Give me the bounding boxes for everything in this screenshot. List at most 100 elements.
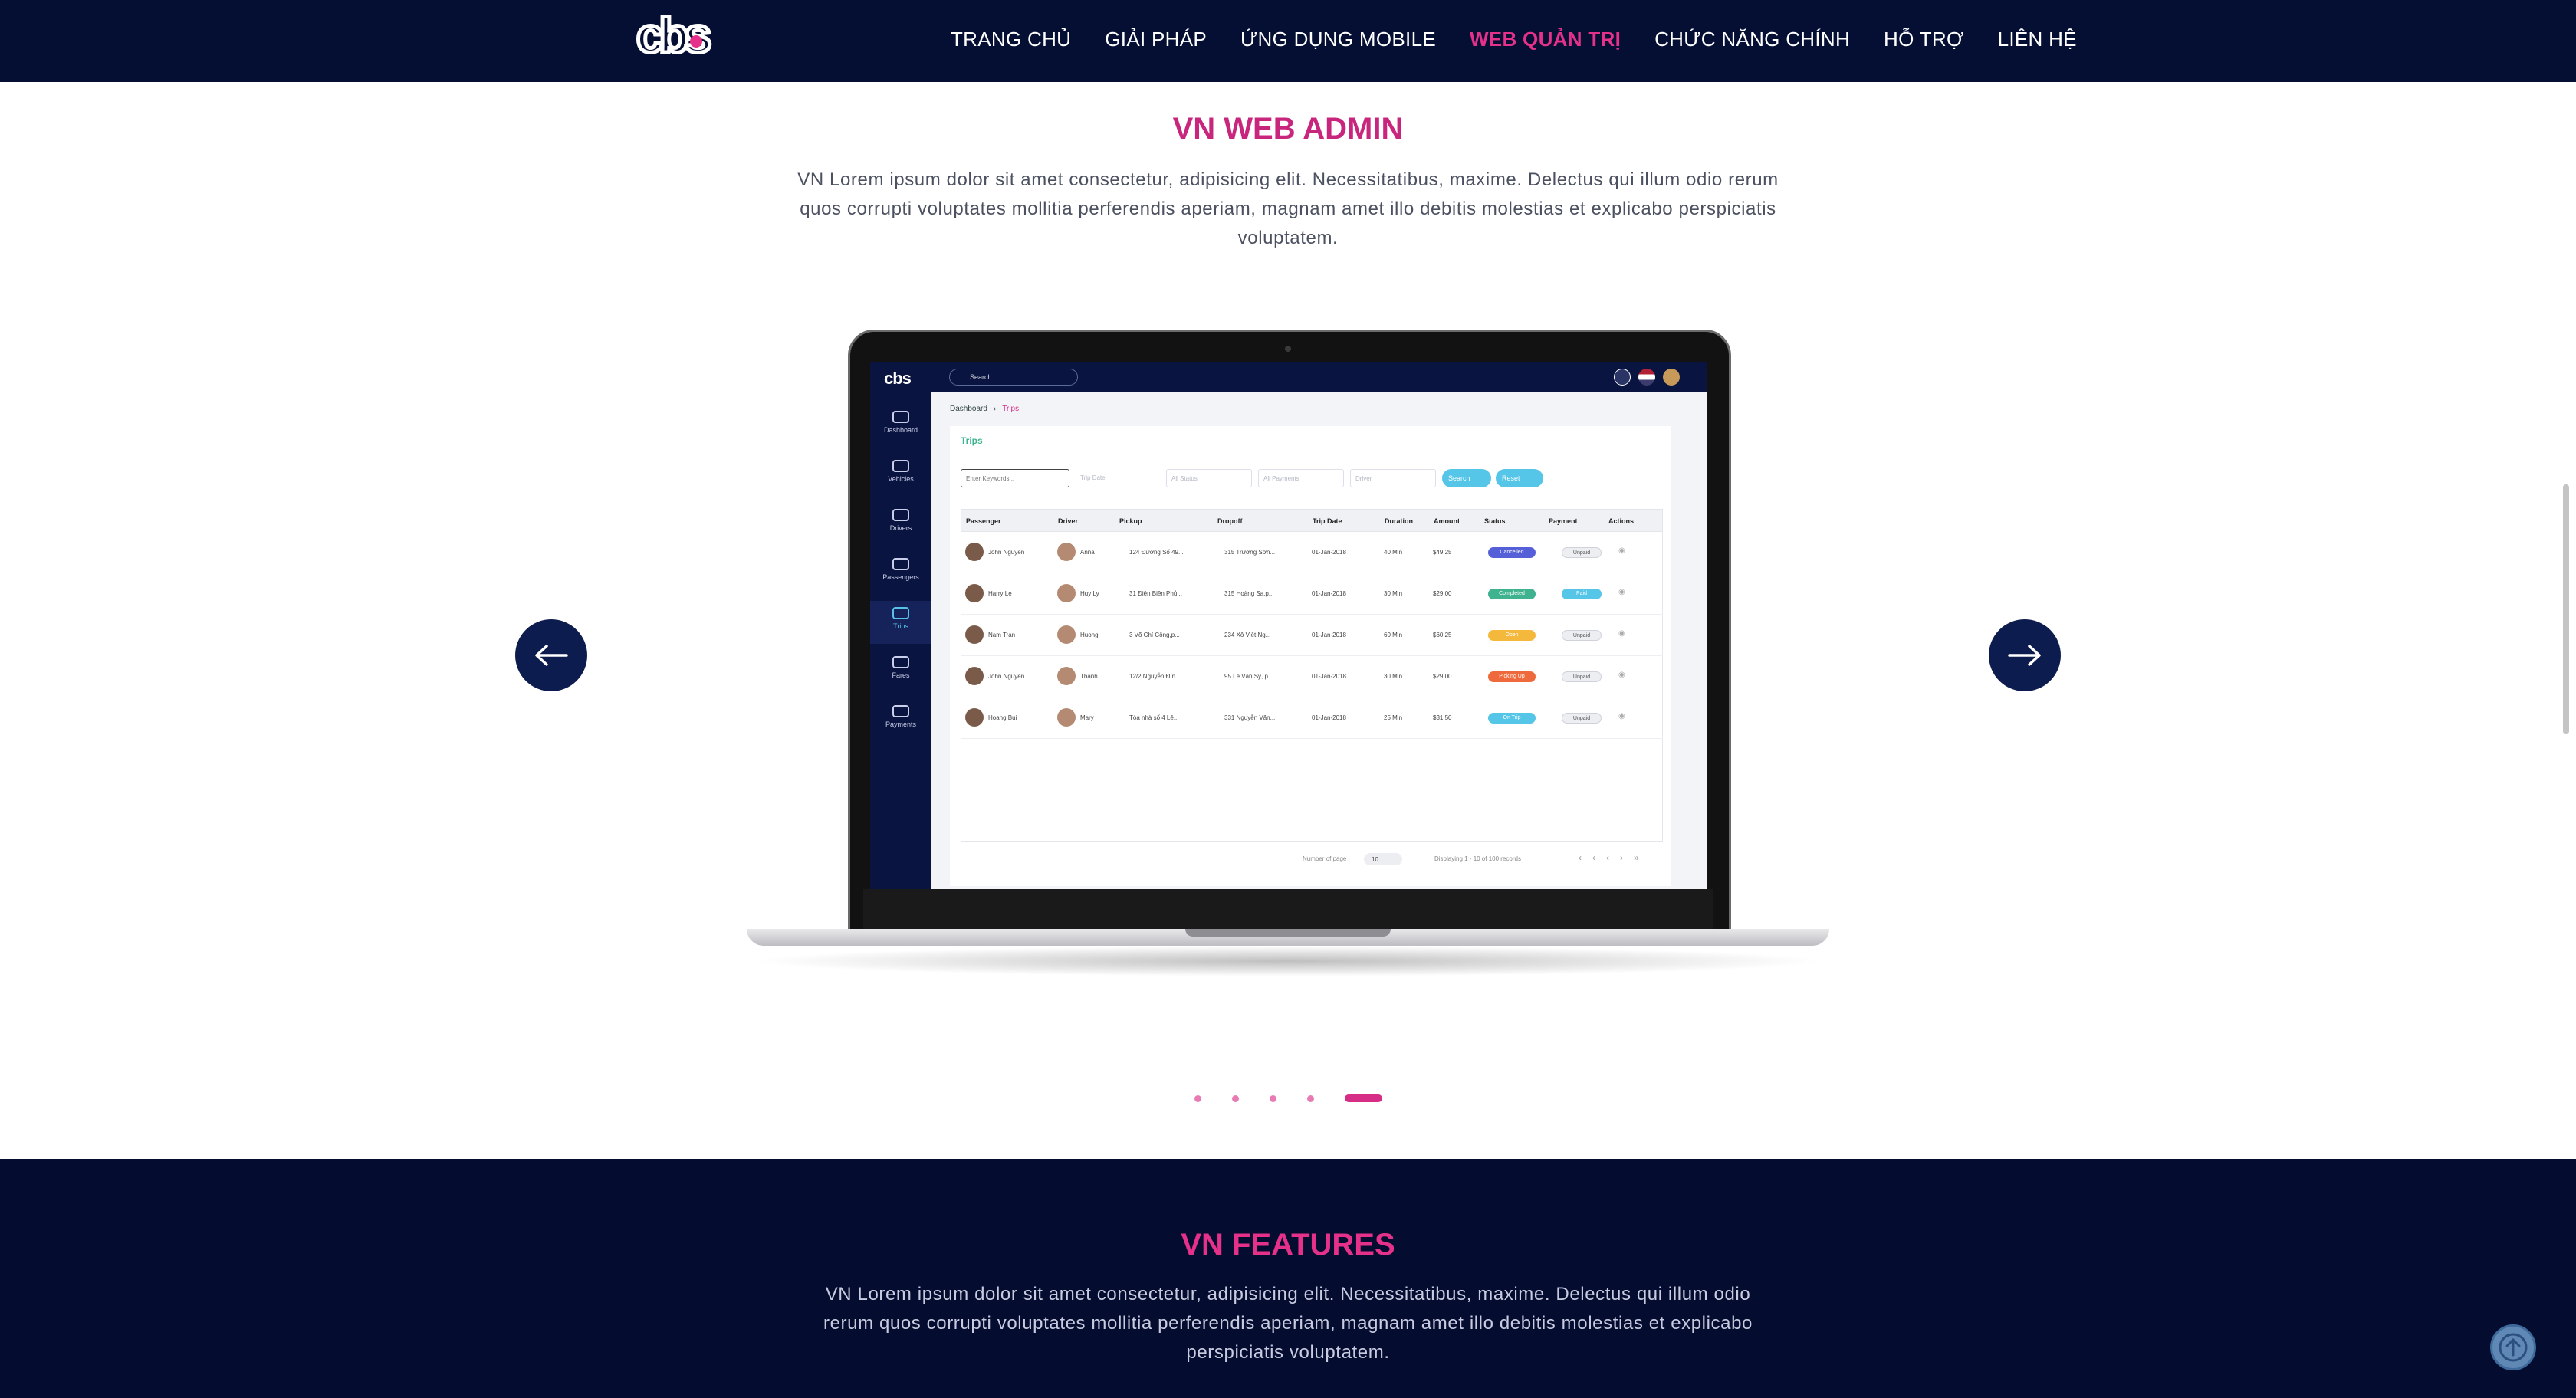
avatar — [1057, 667, 1076, 685]
nav-item-5[interactable]: HỖ TRỢ — [1884, 28, 1964, 51]
trip-duration: 25 Min — [1384, 714, 1403, 721]
laptop-bezel — [863, 889, 1713, 929]
pickup-address: 12/2 Nguyễn Đìn... — [1129, 673, 1181, 680]
breadcrumb-dashboard[interactable]: Dashboard — [950, 405, 987, 413]
carousel-prev-button[interactable] — [515, 619, 587, 691]
table-row[interactable]: Hoang Bui Mary Tòa nhà số 4 Lê... 331 Nguyễ… — [961, 697, 1663, 739]
table-header: Passenger Driver Pickup Dropoff Trip Date Dur… — [961, 509, 1663, 532]
sidebar-item-vehicles[interactable]: Vehicles — [870, 454, 932, 497]
column-header[interactable]: Passenger — [966, 517, 1001, 525]
back-to-top-button[interactable] — [2490, 1324, 2536, 1370]
nav-item-2[interactable]: ỨNG DỤNG MOBILE — [1240, 28, 1436, 51]
column-header[interactable]: Dropoff — [1217, 517, 1243, 525]
column-header[interactable]: Status — [1484, 517, 1506, 525]
flag-icon[interactable] — [1638, 369, 1655, 386]
pickup-address: 3 Võ Chí Công,p... — [1129, 632, 1180, 638]
carousel-dot-1[interactable] — [1231, 1094, 1239, 1102]
trip-duration: 30 Min — [1384, 673, 1403, 680]
card-title: Trips — [961, 435, 983, 446]
driver-name: Anna — [1080, 549, 1095, 556]
reset-button[interactable]: Reset — [1496, 469, 1543, 487]
eye-icon[interactable]: ◉ — [1618, 712, 1625, 720]
notification-icon[interactable] — [1614, 369, 1631, 386]
sidebar-item-label: Passengers — [882, 573, 919, 581]
laptop-camera — [1285, 346, 1291, 352]
avatar — [965, 667, 984, 685]
sidebar-item-payments[interactable]: Payments — [870, 699, 932, 742]
section-description-admin: VN Lorem ipsum dolor sit amet consectetu… — [797, 169, 1779, 248]
column-header[interactable]: Actions — [1608, 517, 1634, 525]
status-badge: Open — [1488, 630, 1536, 641]
passenger-name: Hoang Bui — [988, 714, 1017, 721]
sidebar-item-drivers[interactable]: Drivers — [870, 503, 932, 546]
top-navbar: cbs TRANG CHỦ GIẢI PHÁP ỨNG DỤNG MOBILE WEB… — [0, 0, 2576, 82]
payment-badge: Unpaid — [1562, 671, 1602, 682]
page-scrollbar[interactable] — [2563, 484, 2569, 734]
column-header[interactable]: Pickup — [1119, 517, 1142, 525]
trip-date: 01-Jan-2018 — [1312, 673, 1346, 680]
status-select[interactable]: All Status — [1166, 469, 1252, 487]
eye-icon[interactable]: ◉ — [1618, 588, 1625, 596]
avatar — [965, 543, 984, 561]
sidebar-item-fares[interactable]: Fares — [870, 650, 932, 693]
column-header[interactable]: Amount — [1434, 517, 1460, 525]
carousel-next-button[interactable] — [1989, 619, 2061, 691]
sidebar-item-trips[interactable]: Trips — [870, 601, 932, 644]
dropoff-address: 234 Xô Viết Ng... — [1224, 632, 1271, 638]
dropoff-address: 331 Nguyễn Văn... — [1224, 714, 1276, 721]
sidebar-item-label: Payments — [885, 720, 917, 728]
avatar — [965, 584, 984, 602]
nav-item-6[interactable]: LIÊN HỆ — [1998, 28, 2077, 51]
keywords-input[interactable]: Enter Keywords... — [961, 469, 1070, 487]
driver-select[interactable]: Driver — [1350, 469, 1436, 487]
sidebar-item-dashboard[interactable]: Dashboard — [870, 405, 932, 448]
column-header[interactable]: Duration — [1385, 517, 1413, 525]
brand-logo[interactable]: cbs — [636, 11, 751, 64]
laptop-notch — [1185, 929, 1391, 937]
breadcrumb-trips: Trips — [1002, 405, 1020, 413]
chevron-right-icon: › — [993, 405, 997, 413]
sidebar-item-passengers[interactable]: Passengers — [870, 552, 932, 595]
avatar — [965, 708, 984, 727]
eye-icon[interactable]: ◉ — [1618, 671, 1625, 679]
carousel-dot-4[interactable] — [1344, 1094, 1382, 1102]
column-header[interactable]: Trip Date — [1313, 517, 1342, 525]
nav-item-3[interactable]: WEB QUẢN TRỊ — [1470, 28, 1621, 51]
pagination-arrows-icon[interactable]: ‹‹‹›» — [1579, 852, 1650, 863]
table-row[interactable]: John Nguyen Anna 124 Đường Số 49... 315 Trư… — [961, 532, 1663, 573]
avatar[interactable] — [1663, 369, 1680, 386]
page-size-select[interactable]: 10 — [1364, 853, 1402, 865]
payments-select[interactable]: All Payments — [1258, 469, 1344, 487]
app-search-input[interactable]: Search... — [949, 369, 1078, 386]
eye-icon[interactable]: ◉ — [1618, 546, 1625, 555]
nav-item-4[interactable]: CHỨC NĂNG CHÍNH — [1654, 28, 1850, 51]
column-header[interactable]: Driver — [1058, 517, 1078, 525]
app-logo: cbs — [884, 369, 912, 388]
page-size-label: Number of page — [1303, 855, 1347, 862]
nav-item-1[interactable]: GIẢI PHÁP — [1105, 28, 1207, 51]
table-row[interactable]: John Nguyen Thanh 12/2 Nguyễn Đìn... 95 Lê … — [961, 656, 1663, 697]
trip-date-input[interactable]: Trip Date — [1076, 469, 1160, 487]
main-menu: TRANG CHỦ GIẢI PHÁP ỨNG DỤNG MOBILE WEB QUẢ… — [951, 0, 2077, 79]
carousel-dot-3[interactable] — [1306, 1094, 1314, 1102]
eye-icon[interactable]: ◉ — [1618, 629, 1625, 638]
search-button[interactable]: Search — [1442, 469, 1491, 487]
payments-icon — [892, 705, 909, 717]
sidebar-item-label: Vehicles — [888, 475, 914, 483]
carousel-indicators — [0, 1094, 2576, 1102]
features-section: VN FEATURES VN Lorem ipsum dolor sit ame… — [0, 1159, 2576, 1398]
section-title-admin: VN WEB ADMIN — [1172, 112, 1404, 146]
dropoff-address: 315 Trường Sơn... — [1224, 549, 1276, 556]
driver-name: Huong — [1080, 632, 1099, 638]
payment-badge: Unpaid — [1562, 713, 1602, 724]
column-header[interactable]: Payment — [1549, 517, 1578, 525]
table-row[interactable]: Nam Tran Huong 3 Võ Chí Công,p... 234 Xô Vi… — [961, 615, 1663, 656]
carousel-dot-2[interactable] — [1269, 1094, 1276, 1102]
nav-item-0[interactable]: TRANG CHỦ — [951, 28, 1071, 51]
table-row[interactable]: Harry Le Huy Ly 31 Điện Biên Phủ... 315 Hoà… — [961, 573, 1663, 615]
carousel-dot-0[interactable] — [1194, 1094, 1201, 1102]
trips-card: Trips Enter Keywords... Trip Date All St… — [950, 426, 1671, 886]
dashboard-icon — [892, 411, 909, 423]
status-badge: Completed — [1488, 589, 1536, 599]
records-summary: Displaying 1 - 10 of 100 records — [1434, 855, 1521, 862]
